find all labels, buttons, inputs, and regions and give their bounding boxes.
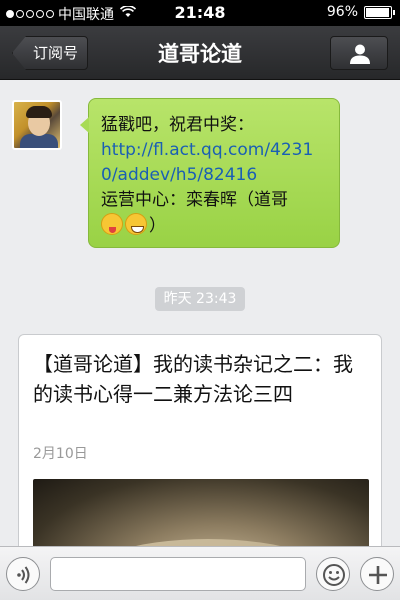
message-bubble[interactable]: 猛戳吧，祝君中奖： http://fl.act.qq.com/42310/add… bbox=[80, 98, 340, 248]
person-icon bbox=[350, 44, 370, 64]
input-bar bbox=[0, 546, 400, 600]
plus-button[interactable] bbox=[360, 557, 394, 591]
message-link[interactable]: http://fl.act.qq.com/42310/addev/h5/8241… bbox=[101, 138, 329, 188]
message-input[interactable] bbox=[50, 557, 306, 591]
emoji-button[interactable] bbox=[316, 557, 350, 591]
voice-icon bbox=[17, 566, 30, 584]
profile-button[interactable] bbox=[330, 36, 388, 70]
message-line-1: 猛戳吧，祝君中奖： bbox=[101, 115, 254, 135]
status-bar: 中国联通 21:48 96% bbox=[0, 0, 400, 26]
battery-percent: 96% bbox=[326, 4, 358, 20]
timestamp-pill: 昨天 23:43 bbox=[155, 287, 245, 311]
message-closing: ） bbox=[149, 216, 166, 236]
article-title[interactable]: 【道哥论道】我的读书杂记之二：我的读书心得一二兼方法论三四 bbox=[33, 349, 369, 409]
plus-icon bbox=[369, 566, 387, 584]
tongue-out-emoji bbox=[101, 213, 123, 235]
battery-fill bbox=[366, 7, 389, 17]
message-line-3: 运营中心：栾春晖（道哥 bbox=[101, 190, 288, 210]
status-right: 96% bbox=[326, 4, 395, 20]
sender-avatar[interactable] bbox=[12, 100, 62, 150]
grin-emoji bbox=[125, 213, 147, 235]
battery-icon bbox=[364, 5, 395, 19]
smiley-icon bbox=[323, 564, 345, 586]
nav-bar: 订阅号 道哥论道 bbox=[0, 26, 400, 80]
voice-button[interactable] bbox=[6, 557, 40, 591]
article-date: 2月10日 bbox=[33, 446, 88, 462]
